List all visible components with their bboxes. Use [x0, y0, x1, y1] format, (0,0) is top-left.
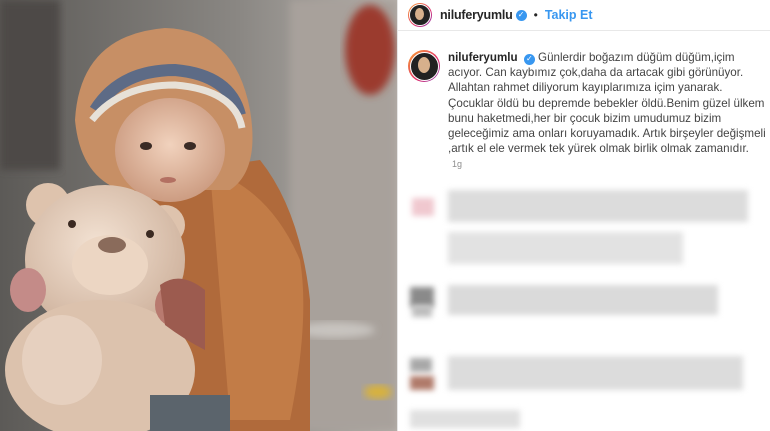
comment-text-blurred	[448, 190, 748, 222]
profile-photo	[409, 51, 439, 81]
comment-avatar	[410, 287, 434, 307]
comment-avatar	[412, 305, 432, 317]
caption-username[interactable]: niluferyumlu	[448, 51, 518, 64]
comment-text-blurred	[410, 410, 520, 428]
comment-avatar	[412, 198, 434, 216]
post-time[interactable]: 1g	[452, 159, 462, 169]
comment-avatar	[410, 358, 432, 372]
post-header: niluferyumlu ✓ • Takip Et	[398, 0, 770, 31]
avatar[interactable]	[408, 3, 432, 27]
post-image[interactable]	[0, 0, 397, 431]
caption: niluferyumlu ✓ Günlerdir boğazım düğüm d…	[408, 50, 768, 156]
follow-button[interactable]: Takip Et	[545, 8, 593, 22]
caption-text: Günlerdir boğazım düğüm düğüm,içim acıyo…	[448, 51, 766, 156]
comment-avatar	[410, 376, 434, 390]
caption-avatar[interactable]	[408, 50, 440, 82]
verified-icon: ✓	[523, 53, 535, 65]
post-username[interactable]: niluferyumlu	[440, 8, 513, 22]
profile-photo	[409, 4, 431, 26]
comment-text-blurred	[448, 285, 718, 315]
caption-body: niluferyumlu ✓ Günlerdir boğazım düğüm d…	[448, 50, 768, 156]
comment-text-blurred	[448, 232, 683, 264]
separator-dot: •	[533, 8, 538, 22]
comment-text-blurred	[448, 356, 743, 390]
verified-icon: ✓	[515, 9, 527, 21]
child-with-teddy-bear-photo	[0, 0, 397, 431]
